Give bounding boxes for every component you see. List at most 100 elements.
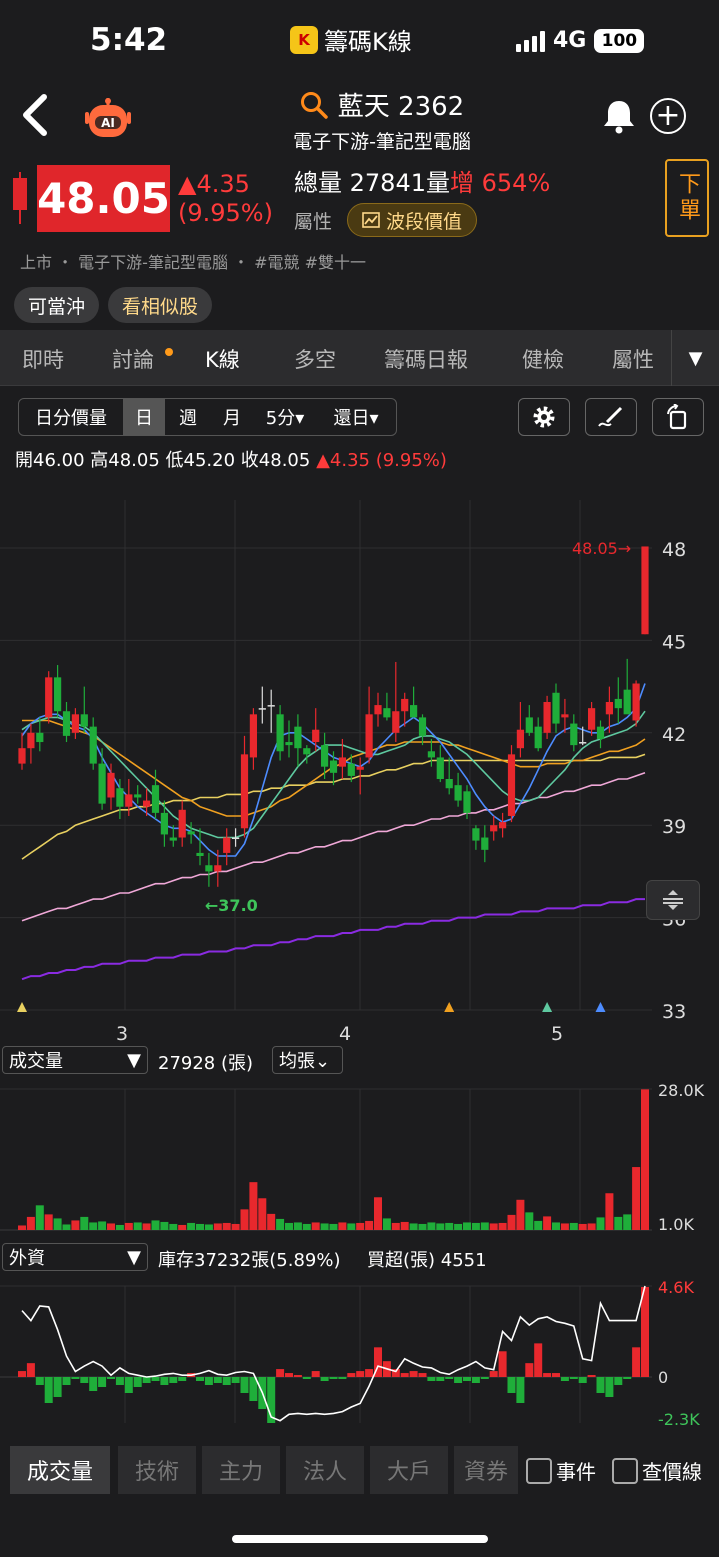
pen-icon xyxy=(598,406,623,427)
candle-body xyxy=(392,711,400,733)
tab-realtime[interactable]: 即時 xyxy=(22,344,64,374)
candle-body xyxy=(303,748,311,755)
foreign-net-bar xyxy=(498,1351,507,1377)
foreign-net-bar xyxy=(222,1377,231,1385)
tab-attribute[interactable]: 屬性 xyxy=(612,344,654,374)
drag-handle-icon xyxy=(663,890,683,910)
volume-bar xyxy=(365,1220,374,1230)
foreign-holding-line xyxy=(21,1285,646,1422)
volume-bar xyxy=(480,1222,489,1230)
volume-chart[interactable]: 28.0K 1.0K xyxy=(0,1075,719,1240)
volume-bar xyxy=(44,1214,53,1230)
foreign-net-bar xyxy=(285,1373,293,1377)
order-button[interactable]: 下單 xyxy=(665,159,709,237)
tab-discussion[interactable]: 討論 xyxy=(112,344,154,374)
volume-mode-button[interactable]: 均張⌄ xyxy=(272,1046,343,1074)
triangle-down-icon: ▼ xyxy=(127,1246,141,1268)
candle-body xyxy=(374,705,382,715)
candle-body xyxy=(588,708,596,730)
volume-bar xyxy=(160,1221,169,1230)
candle-body xyxy=(427,751,435,758)
foreign-net-bar xyxy=(445,1377,454,1379)
y-tick-label: 42 xyxy=(662,724,686,746)
volume-label: 總量 xyxy=(294,169,342,197)
volume-bar xyxy=(578,1223,587,1230)
foreign-net-bar xyxy=(543,1373,552,1377)
price-line-checkbox-label: 查價線 xyxy=(642,1460,702,1484)
period-intraday[interactable]: 日分價量 xyxy=(19,399,123,435)
volume-selector[interactable]: 成交量 ▼ xyxy=(2,1046,148,1074)
foreign-net-bar xyxy=(400,1373,409,1377)
add-watchlist-button[interactable]: + xyxy=(650,98,686,134)
candle-body xyxy=(89,726,97,764)
change-value: ▲4.35 xyxy=(178,170,250,198)
candle-body xyxy=(27,732,35,749)
tab-kline[interactable]: K線 xyxy=(205,344,240,374)
foreign-net-bar xyxy=(213,1377,222,1383)
chevron-left-icon xyxy=(23,94,47,136)
indicator-tab-institution[interactable]: 法人 xyxy=(286,1446,364,1494)
day-trade-chip[interactable]: 可當沖 xyxy=(14,287,100,323)
foreign-net-bar xyxy=(534,1343,543,1377)
tab-health[interactable]: 健檢 xyxy=(522,344,564,374)
status-bar: 5:42 K 籌碼K線 4G 100 xyxy=(0,0,719,80)
ai-assistant-button[interactable]: AI xyxy=(82,98,134,144)
tab-longshort[interactable]: 多空 xyxy=(294,344,336,374)
similar-stock-chip[interactable]: 看相似股 xyxy=(108,287,213,323)
kline-chart[interactable]: 48454239363348.05→←37.0345 xyxy=(0,470,719,1050)
foreign-net-bar xyxy=(623,1377,632,1379)
candle-body xyxy=(410,705,418,718)
stock-title: 藍天 2362 電子下游-筆記型電腦 xyxy=(262,86,502,154)
y-tick-label: 33 xyxy=(662,1001,686,1023)
volume-bar xyxy=(35,1205,44,1230)
rotate-button[interactable] xyxy=(652,398,704,436)
volume-bar xyxy=(445,1222,454,1230)
y-tick-label: 48 xyxy=(662,539,686,561)
period-month[interactable]: 月 xyxy=(211,399,253,435)
volume-bar xyxy=(471,1222,480,1230)
triangle-down-icon: ▼ xyxy=(127,1049,141,1071)
candle-body xyxy=(160,812,168,835)
moving-average-ma240 xyxy=(21,898,645,981)
signal-marker xyxy=(444,1002,455,1012)
candle-body xyxy=(98,763,106,804)
alert-button[interactable] xyxy=(602,98,636,138)
period-5min[interactable]: 5分▾ xyxy=(253,399,317,435)
candle-body xyxy=(36,732,44,743)
foreign-net-bar xyxy=(124,1377,133,1393)
chart-handle[interactable] xyxy=(646,880,700,920)
period-day[interactable]: 日 xyxy=(123,399,165,435)
home-indicator xyxy=(232,1535,488,1543)
candle-body xyxy=(507,754,516,816)
draw-button[interactable] xyxy=(585,398,637,436)
low-value: 45.20 xyxy=(183,450,236,471)
volume-bar xyxy=(267,1213,276,1230)
search-icon[interactable] xyxy=(300,91,328,119)
foreign-net-bar xyxy=(605,1377,614,1397)
price-line-checkbox[interactable]: 查價線 xyxy=(612,1456,702,1485)
back-button[interactable] xyxy=(20,93,52,141)
foreign-chart[interactable]: 4.6K 0 -2.3K xyxy=(0,1272,719,1437)
foreign-net-bar xyxy=(151,1377,160,1381)
event-checkbox[interactable]: 事件 xyxy=(526,1456,596,1485)
bell-icon xyxy=(604,101,634,134)
foreign-inventory: 庫存37232張(5.89%) xyxy=(158,1250,341,1271)
indicator-tab-technical[interactable]: 技術 xyxy=(118,1446,196,1494)
foreign-net-bar xyxy=(231,1377,240,1383)
volume-bar xyxy=(552,1222,560,1230)
ohlc-change: ▲4.35 (9.95%) xyxy=(316,450,447,471)
wave-value-button[interactable]: 波段價值 xyxy=(347,203,478,237)
indicator-tab-volume[interactable]: 成交量 xyxy=(10,1446,110,1494)
indicator-tab-major-holder[interactable]: 大戶 xyxy=(370,1446,448,1494)
period-week[interactable]: 週 xyxy=(165,399,211,435)
indicator-tab-main-force[interactable]: 主力 xyxy=(202,1446,280,1494)
tab-chip-daily[interactable]: 籌碼日報 xyxy=(384,344,468,374)
indicator-tab-margin[interactable]: 資券 xyxy=(454,1446,518,1494)
volume-bar xyxy=(605,1193,614,1230)
tab-more-button[interactable]: ▼ xyxy=(671,330,719,386)
status-app: K 籌碼K線 xyxy=(290,22,412,57)
period-restore[interactable]: 還日▾ xyxy=(317,399,395,435)
settings-button[interactable] xyxy=(518,398,570,436)
foreign-net-bar xyxy=(293,1375,302,1377)
institution-selector[interactable]: 外資 ▼ xyxy=(2,1243,148,1271)
